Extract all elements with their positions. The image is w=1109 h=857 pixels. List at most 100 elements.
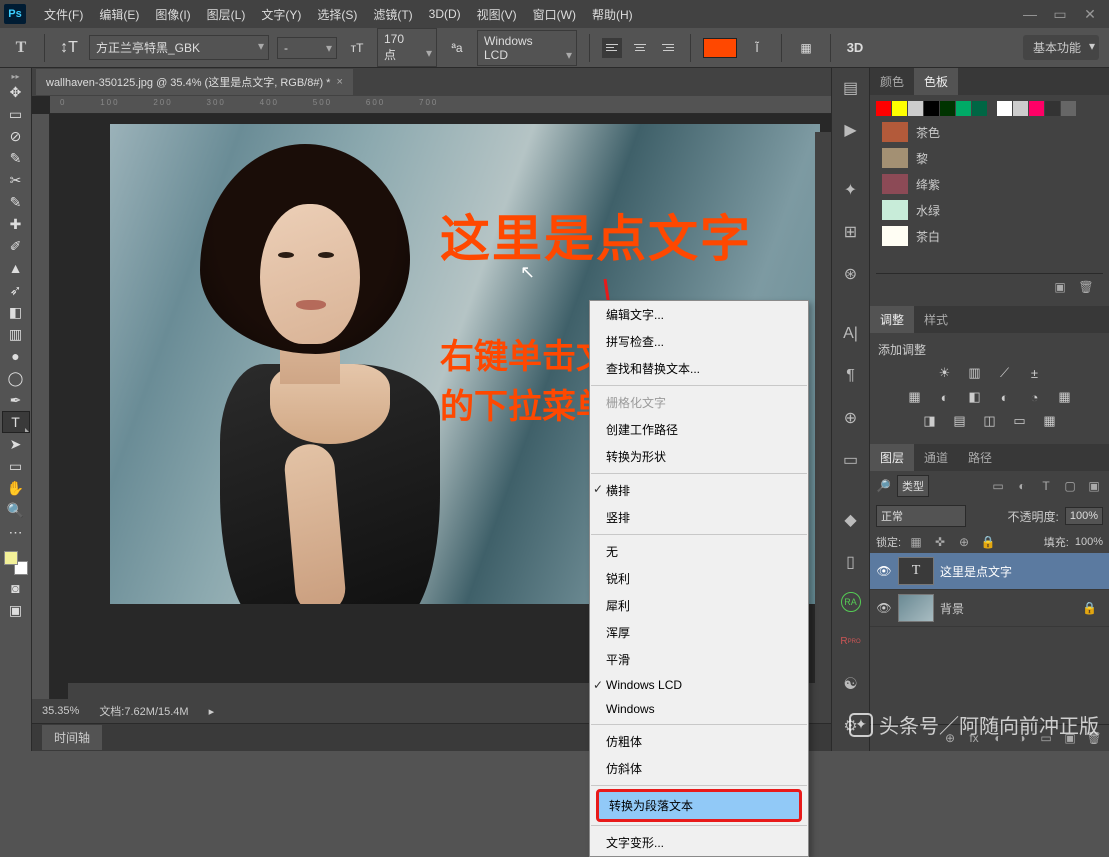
poster-icon[interactable]: ▤ xyxy=(949,412,971,430)
ctx-workpath[interactable]: 创建工作路径 xyxy=(590,416,808,443)
tab-styles[interactable]: 样式 xyxy=(914,306,958,333)
3d-button[interactable]: 3D xyxy=(843,36,867,60)
crop-tool[interactable]: ✂ xyxy=(2,169,30,191)
ctx-aa-strong[interactable]: 浑厚 xyxy=(590,619,808,646)
gradmap-icon[interactable]: ▭ xyxy=(1009,412,1031,430)
swatch-item[interactable]: 水绿 xyxy=(876,197,1103,223)
swatch[interactable] xyxy=(1061,101,1076,116)
warp-text-icon[interactable]: Ĩ xyxy=(745,36,769,60)
ctx-horizontal[interactable]: ✓横排 xyxy=(590,477,808,504)
photofilter-icon[interactable]: ◔ xyxy=(1024,388,1046,406)
ra-panel-icon[interactable]: RA xyxy=(841,592,861,612)
lock-pixels-icon[interactable]: ▦ xyxy=(907,533,925,551)
window-close[interactable]: ✕ xyxy=(1075,4,1105,24)
document-tab[interactable]: wallhaven-350125.jpg @ 35.4% (这里是点文字, RG… xyxy=(36,69,353,95)
type-tool[interactable]: T xyxy=(2,411,30,433)
close-icon[interactable]: × xyxy=(336,76,342,88)
menu-layer[interactable]: 图层(L) xyxy=(199,2,254,27)
brush-tool[interactable]: ✐ xyxy=(2,235,30,257)
menu-image[interactable]: 图像(I) xyxy=(147,2,198,27)
ctx-aa-windows[interactable]: Windows xyxy=(590,697,808,721)
ctx-aa-crisp[interactable]: 犀利 xyxy=(590,592,808,619)
clone-panel-icon[interactable]: ⊛ xyxy=(839,262,863,286)
delete-swatch-icon[interactable]: 🗑 xyxy=(1077,278,1095,296)
eyedropper-tool[interactable]: ✎ xyxy=(2,191,30,213)
timeline-tab[interactable]: 时间轴 xyxy=(42,725,102,750)
swatch-item[interactable]: 茶白 xyxy=(876,223,1103,249)
swatch[interactable] xyxy=(924,101,939,116)
ruler-vertical[interactable] xyxy=(32,114,50,699)
tab-layers[interactable]: 图层 xyxy=(870,444,914,471)
menu-help[interactable]: 帮助(H) xyxy=(584,2,641,27)
history-panel-icon[interactable]: ▤ xyxy=(839,76,863,100)
history-brush-tool[interactable]: ➶ xyxy=(2,279,30,301)
filter-shape-icon[interactable]: ▢ xyxy=(1061,477,1079,495)
ctx-to-shape[interactable]: 转换为形状 xyxy=(590,443,808,470)
swatch[interactable] xyxy=(908,101,923,116)
exposure-icon[interactable]: ± xyxy=(1024,364,1046,382)
colbal-icon[interactable]: ◧ xyxy=(964,388,986,406)
doc-info-arrow[interactable]: ▸ xyxy=(209,705,215,718)
menu-window[interactable]: 窗口(W) xyxy=(525,2,584,27)
filter-kind-dropdown[interactable]: 类型 xyxy=(897,475,929,497)
layer-item[interactable]: 👁 背景 🔒 xyxy=(870,590,1109,627)
ruler-horizontal[interactable] xyxy=(50,96,831,114)
text-orientation-icon[interactable]: ↕T xyxy=(57,36,81,60)
opacity-input[interactable]: 100% xyxy=(1065,507,1103,525)
device-panel-icon[interactable]: ▯ xyxy=(839,550,863,574)
ctx-aa-none[interactable]: 无 xyxy=(590,538,808,565)
ctx-convert-paragraph[interactable]: 转换为段落文本 xyxy=(596,789,802,822)
menu-view[interactable]: 视图(V) xyxy=(469,2,525,27)
swatch[interactable] xyxy=(1013,101,1028,116)
quick-select-tool[interactable]: ✎ xyxy=(2,147,30,169)
filter-smart-icon[interactable]: ▣ xyxy=(1085,477,1103,495)
eraser-tool[interactable]: ◧ xyxy=(2,301,30,323)
3d-panel-icon[interactable]: ◆ xyxy=(839,508,863,532)
tab-swatches[interactable]: 色板 xyxy=(914,68,958,95)
lock-all-icon[interactable]: 🔒 xyxy=(979,533,997,551)
menu-select[interactable]: 选择(S) xyxy=(309,2,365,27)
lock-position-icon[interactable]: ✜ xyxy=(931,533,949,551)
char-panel-icon[interactable]: ▦ xyxy=(794,36,818,60)
zoom-tool[interactable]: 🔍 xyxy=(2,499,30,521)
font-size-dropdown[interactable]: 170 点 xyxy=(377,28,437,67)
stamp-tool[interactable]: ▲ xyxy=(2,257,30,279)
visibility-icon[interactable]: 👁 xyxy=(876,601,892,615)
filter-type-icon[interactable]: T xyxy=(1037,477,1055,495)
marquee-tool[interactable]: ▭ xyxy=(2,103,30,125)
filter-adj-icon[interactable]: ◐ xyxy=(1013,477,1031,495)
menu-edit[interactable]: 编辑(E) xyxy=(91,2,147,27)
ctx-aa-winlcd[interactable]: ✓Windows LCD xyxy=(590,673,808,697)
curves-icon[interactable]: ⟋ xyxy=(994,364,1016,382)
screenmode-tool[interactable]: ▣ xyxy=(2,599,30,621)
lock-artboard-icon[interactable]: ⊕ xyxy=(955,533,973,551)
swatch[interactable] xyxy=(940,101,955,116)
font-family-dropdown[interactable]: 方正兰亭特黑_GBK xyxy=(89,35,269,60)
brush-panel-icon[interactable]: ✦ xyxy=(839,178,863,202)
align-center-button[interactable] xyxy=(630,38,650,58)
menu-file[interactable]: 文件(F) xyxy=(36,2,91,27)
hand-tool[interactable]: ✋ xyxy=(2,477,30,499)
swatch[interactable] xyxy=(997,101,1012,116)
layer-item[interactable]: 👁 T 这里是点文字 xyxy=(870,553,1109,590)
ctx-aa-sharp[interactable]: 锐利 xyxy=(590,565,808,592)
hue-icon[interactable]: ◐ xyxy=(934,388,956,406)
swatch-item[interactable]: 茶色 xyxy=(876,119,1103,145)
ctx-faux-italic[interactable]: 仿斜体 xyxy=(590,755,808,782)
visibility-icon[interactable]: 👁 xyxy=(876,564,892,578)
doc-info[interactable]: 文档:7.62M/15.4M xyxy=(99,703,188,719)
font-style-dropdown[interactable]: - xyxy=(277,37,337,59)
blur-tool[interactable]: ● xyxy=(2,345,30,367)
blend-mode-dropdown[interactable]: 正常 xyxy=(876,505,966,527)
menu-3d[interactable]: 3D(D) xyxy=(421,3,469,25)
tab-paths[interactable]: 路径 xyxy=(958,444,1002,471)
threshold-icon[interactable]: ◫ xyxy=(979,412,1001,430)
vibrance-icon[interactable]: ▦ xyxy=(904,388,926,406)
swatch[interactable] xyxy=(972,101,987,116)
yinyang-panel-icon[interactable]: ☯ xyxy=(839,672,863,696)
new-swatch-icon[interactable]: ▣ xyxy=(1051,278,1069,296)
pen-tool[interactable]: ✒ xyxy=(2,389,30,411)
character-panel-icon[interactable]: A| xyxy=(839,322,863,346)
swatch[interactable] xyxy=(956,101,971,116)
window-maximize[interactable]: ▭ xyxy=(1045,4,1075,24)
